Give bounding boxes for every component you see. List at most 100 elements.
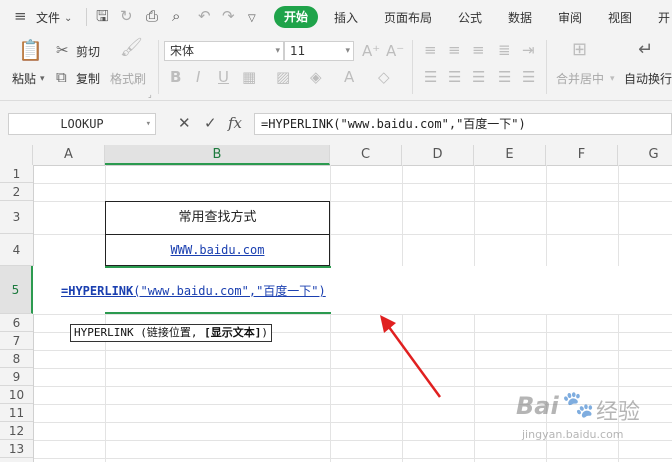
merge-center-button[interactable]: 合并居中 xyxy=(556,70,604,87)
row-header-9[interactable]: 9 xyxy=(0,368,33,386)
column-header-f[interactable]: F xyxy=(546,145,618,165)
cut-button[interactable]: 剪切 xyxy=(76,43,100,60)
font-name-select[interactable]: 宋体 ▾ xyxy=(164,41,284,61)
font-color-icon[interactable]: A xyxy=(344,69,354,85)
undo-icon[interactable]: ↶ xyxy=(198,8,211,24)
format-painter-button[interactable]: 格式刷 xyxy=(110,70,146,87)
copy-icon[interactable]: ⧉ xyxy=(56,69,67,85)
fill-pattern-icon[interactable]: ▨ xyxy=(276,69,290,85)
grid-line xyxy=(33,183,672,184)
font-size-select[interactable]: 11 ▾ xyxy=(284,41,354,61)
font-size-value: 11 xyxy=(290,44,306,58)
row-header-11[interactable]: 11 xyxy=(0,404,33,422)
row-header-8[interactable]: 8 xyxy=(0,350,33,368)
indent-icon[interactable]: ⇥ xyxy=(522,42,535,58)
merge-cells-icon[interactable]: ⊞ xyxy=(572,41,587,59)
row-header-13[interactable]: 13 xyxy=(0,440,33,458)
border-icon[interactable]: ▦ xyxy=(242,69,256,85)
divider xyxy=(546,40,547,94)
align-middle-icon[interactable]: ≡ xyxy=(448,42,461,58)
merge-dropdown-icon[interactable]: ▾ xyxy=(610,71,615,87)
print-preview-icon[interactable]: ⌕ xyxy=(172,8,180,24)
row-header-2[interactable]: 2 xyxy=(0,183,33,201)
cell-edit-text[interactable]: =HYPERLINK("www.baidu.com","百度一下") xyxy=(61,282,328,299)
align-center-icon[interactable]: ☰ xyxy=(448,69,461,85)
italic-icon[interactable]: I xyxy=(196,69,200,85)
watermark-url: jingyan.baidu.com xyxy=(522,428,624,441)
orientation-icon[interactable]: ≣ xyxy=(498,42,511,58)
paste-dropdown-icon[interactable]: ▾ xyxy=(40,71,45,87)
column-header-c[interactable]: C xyxy=(330,145,402,165)
watermark-brand2: 经验 xyxy=(596,400,641,425)
underline-icon[interactable]: U xyxy=(218,69,229,85)
row-header-12[interactable]: 12 xyxy=(0,422,33,440)
column-header-b[interactable]: B xyxy=(105,145,330,165)
scissors-icon[interactable]: ✂ xyxy=(56,42,69,58)
wrap-text-icon[interactable]: ↵ xyxy=(638,41,653,59)
arrow-head xyxy=(380,315,396,333)
divider xyxy=(158,40,159,94)
chevron-down-icon[interactable]: ⌄ xyxy=(64,11,72,27)
tab-review[interactable]: 审阅 xyxy=(558,9,582,26)
formula-bar: LOOKUP ▾ ✕ ✓ fx =HYPERLINK("www.baidu.co… xyxy=(0,101,672,146)
redo-icon[interactable]: ↷ xyxy=(222,8,235,24)
grid-line xyxy=(33,368,672,369)
divider xyxy=(412,40,413,94)
wrap-text-button[interactable]: 自动换行 xyxy=(624,70,672,87)
clear-format-icon[interactable]: ◇ xyxy=(378,69,390,85)
row-header-4[interactable]: 4 xyxy=(0,234,33,266)
row-header-3[interactable]: 3 xyxy=(0,201,33,234)
cancel-formula-icon[interactable]: ✕ xyxy=(178,114,191,132)
chevron-down-icon: ▾ xyxy=(275,46,280,56)
tab-developer[interactable]: 开 xyxy=(658,9,670,26)
paste-icon[interactable]: 📋 xyxy=(18,38,43,62)
row-header-5[interactable]: 5 xyxy=(0,266,33,314)
column-header-a[interactable]: A xyxy=(33,145,105,165)
formula-input[interactable]: =HYPERLINK("www.baidu.com","百度一下") xyxy=(254,113,672,135)
insert-function-icon[interactable]: fx xyxy=(228,114,242,132)
dialog-launcher-icon[interactable]: ⌟ xyxy=(148,90,152,99)
decrease-font-icon[interactable]: A⁻ xyxy=(386,43,404,59)
align-left-icon[interactable]: ☰ xyxy=(424,69,437,85)
file-menu[interactable]: 文件 xyxy=(36,9,60,26)
quick-access-dropdown-icon[interactable]: ▽ xyxy=(248,11,256,27)
export-icon[interactable]: ↻ xyxy=(120,8,133,24)
increase-font-icon[interactable]: A⁺ xyxy=(362,43,380,59)
row-header-1[interactable]: 1 xyxy=(0,165,33,183)
hamburger-menu-icon[interactable]: ≡ xyxy=(14,8,27,24)
print-icon[interactable]: ⎙ xyxy=(146,8,158,24)
cell-b4-link[interactable]: WWW.baidu.com xyxy=(171,243,265,257)
tab-insert[interactable]: 插入 xyxy=(334,9,358,26)
cell-b4[interactable]: WWW.baidu.com xyxy=(105,234,330,266)
column-header-e[interactable]: E xyxy=(474,145,546,165)
cell-b3[interactable]: 常用查找方式 xyxy=(105,201,330,235)
bold-icon[interactable]: B xyxy=(170,69,181,85)
column-header-g[interactable]: G xyxy=(618,145,672,165)
tab-page-layout[interactable]: 页面布局 xyxy=(384,9,432,26)
align-bottom-icon[interactable]: ≡ xyxy=(472,42,485,58)
edit-function-args: ("www.baidu.com","百度一下") xyxy=(133,284,326,298)
tab-formulas[interactable]: 公式 xyxy=(458,9,482,26)
align-top-icon[interactable]: ≡ xyxy=(424,42,437,58)
row-header-10[interactable]: 10 xyxy=(0,386,33,404)
column-header-d[interactable]: D xyxy=(402,145,474,165)
select-all-corner[interactable] xyxy=(0,145,33,165)
justify-icon[interactable]: ☰ xyxy=(498,69,511,85)
tooltip-close: ) xyxy=(261,326,268,339)
tab-view[interactable]: 视图 xyxy=(608,9,632,26)
paste-button[interactable]: 粘贴 xyxy=(12,70,36,87)
format-painter-icon[interactable]: 🖌 xyxy=(120,39,143,57)
font-name-value: 宋体 xyxy=(170,44,195,58)
row-header-6[interactable]: 6 xyxy=(0,314,33,332)
save-icon[interactable]: 🖫 xyxy=(96,8,109,24)
distribute-icon[interactable]: ☰ xyxy=(522,69,535,85)
tab-home[interactable]: 开始 xyxy=(274,6,318,28)
row-header-7[interactable]: 7 xyxy=(0,332,33,350)
align-right-icon[interactable]: ☰ xyxy=(472,69,485,85)
name-box[interactable]: LOOKUP ▾ xyxy=(8,113,156,135)
tab-data[interactable]: 数据 xyxy=(508,9,532,26)
copy-button[interactable]: 复制 xyxy=(76,70,100,87)
confirm-formula-icon[interactable]: ✓ xyxy=(204,114,217,132)
tooltip-func: HYPERLINK xyxy=(74,326,134,339)
fill-color-icon[interactable]: ◈ xyxy=(310,69,322,85)
